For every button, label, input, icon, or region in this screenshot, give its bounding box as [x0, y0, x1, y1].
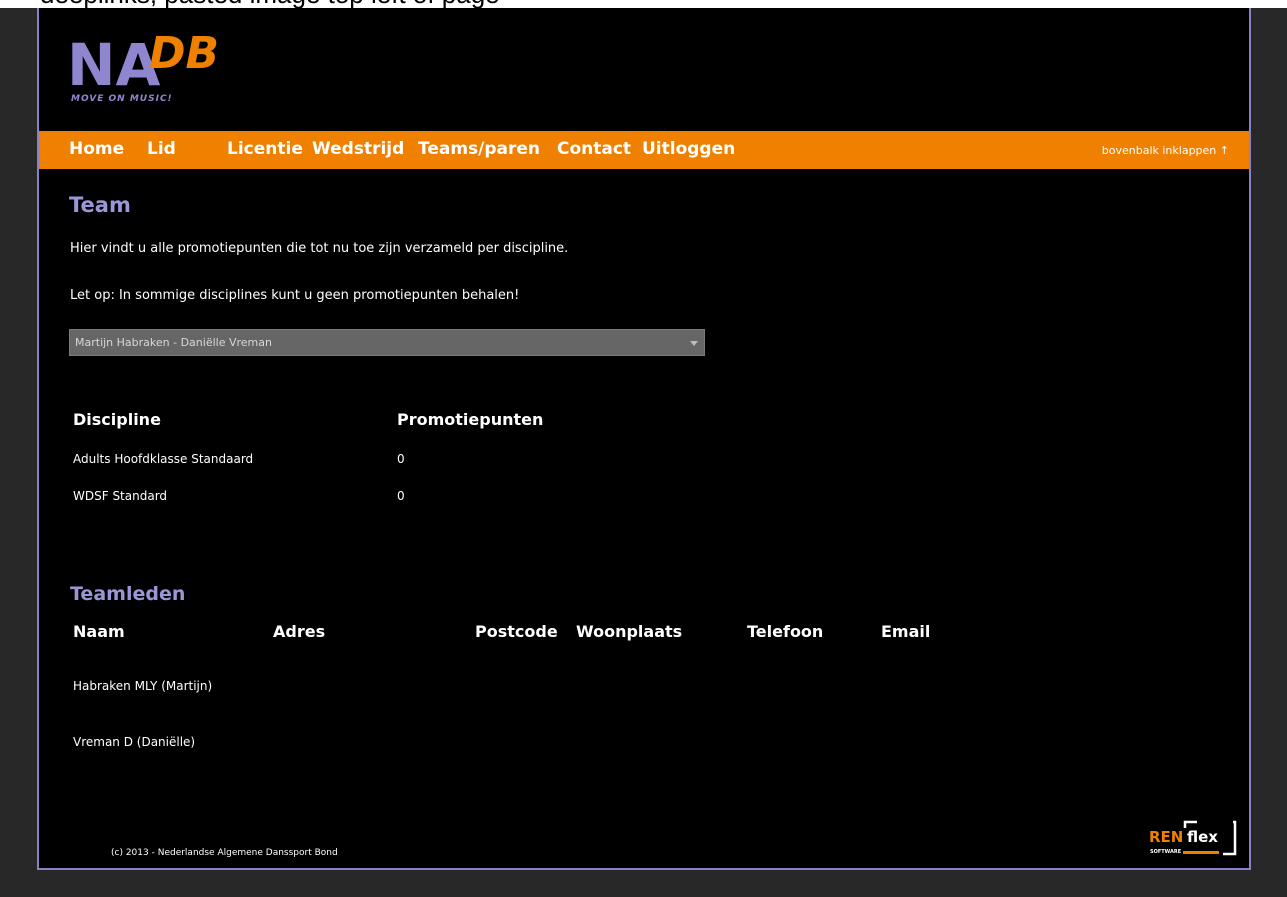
nav-contact[interactable]: Contact [557, 131, 631, 169]
postcode-header: Postcode [475, 622, 558, 641]
renflex-underline [1183, 851, 1219, 854]
nav-home[interactable]: Home [69, 131, 124, 169]
discipline-cell: Adults Hoofdklasse Standaard [73, 452, 254, 466]
footer-copyright: (c) 2013 - Nederlandse Algemene Dansspor… [111, 848, 338, 858]
intro-text: Hier vindt u alle promotiepunten die tot… [70, 241, 569, 256]
main-navbar: Home Lid Licentie Wedstrijd Teams/paren … [39, 131, 1249, 169]
nav-uitloggen[interactable]: Uitloggen [642, 131, 735, 169]
chevron-down-icon [690, 341, 698, 346]
telefoon-header: Telefoon [747, 622, 824, 641]
nav-lid[interactable]: Lid [147, 131, 176, 169]
renflex-main-text: REN [1149, 828, 1183, 846]
points-cell: 0 [397, 489, 405, 503]
renflex-bracket-right [1223, 820, 1237, 856]
renflex-logo[interactable]: REN flex SOFTWARE [1149, 818, 1237, 858]
nadb-logo[interactable]: NA DB MOVE ON MUSIC! [67, 22, 247, 104]
top-overlay-text: deeplinks, pasted image top left of page [0, 0, 1287, 8]
member-name-cell: Vreman D (Daniëlle) [73, 735, 196, 749]
teamleden-heading: Teamleden [70, 583, 186, 605]
email-header: Email [881, 622, 931, 641]
points-cell: 0 [397, 452, 405, 466]
logo-tagline: MOVE ON MUSIC! [71, 94, 173, 104]
renflex-accent-text: flex [1187, 828, 1218, 846]
nav-licentie[interactable]: Licentie [227, 131, 303, 169]
adres-header: Adres [273, 622, 326, 641]
promotiepunten-header: Promotiepunten [397, 410, 544, 429]
page-title: Team [69, 193, 131, 217]
note-text: Let op: In sommige disciplines kunt u ge… [70, 288, 520, 303]
logo-main-text: NA [67, 31, 161, 99]
page-frame: NA DB MOVE ON MUSIC! Home Lid Licentie W… [37, 8, 1251, 870]
team-select-value: Martijn Habraken - Daniëlle Vreman [75, 336, 272, 349]
renflex-sub-text: SOFTWARE [1150, 849, 1182, 855]
member-name-cell: Habraken MLY (Martijn) [73, 679, 213, 693]
naam-header: Naam [73, 622, 125, 641]
collapse-topbar-link[interactable]: bovenbalk inklappen ↑ [1102, 131, 1229, 169]
team-select[interactable]: Martijn Habraken - Daniëlle Vreman [69, 329, 705, 356]
woonplaats-header: Woonplaats [576, 622, 683, 641]
nav-wedstrijd[interactable]: Wedstrijd [312, 131, 404, 169]
discipline-cell: WDSF Standard [73, 489, 168, 503]
nav-teams-paren[interactable]: Teams/paren [418, 131, 540, 169]
discipline-header: Discipline [73, 410, 161, 429]
logo-accent-text: DB [149, 28, 219, 79]
